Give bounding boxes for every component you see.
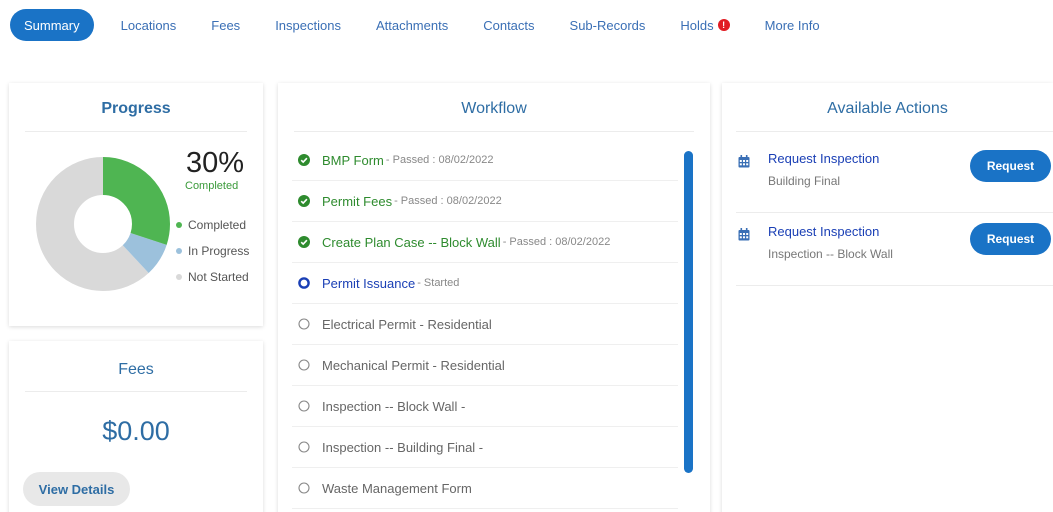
legend-dot-icon [176, 222, 182, 228]
tab-holds[interactable]: Holds! [666, 9, 743, 41]
calendar-icon [738, 155, 750, 168]
workflow-panel: Workflow BMP Form - Passed : 08/02/2022 … [278, 83, 710, 512]
tab-label: Summary [24, 17, 80, 33]
workflow-item-name: Create Plan Case -- Block Wall [322, 234, 501, 250]
divider [25, 131, 247, 132]
workflow-item-status: - Passed : 08/02/2022 [502, 236, 611, 248]
workflow-item-name: Mechanical Permit - Residential [322, 357, 505, 373]
tab-contacts[interactable]: Contacts [469, 9, 548, 41]
tab-label: Holds [680, 17, 714, 33]
workflow-item-name: Inspection -- Building Final - [322, 439, 484, 455]
workflow-item-name: Permit Issuance [322, 275, 416, 291]
workflow-item-name: BMP Form [322, 152, 384, 168]
available-actions-title: Available Actions [827, 100, 948, 117]
progress-panel: Progress 30% Completed Completed In Prog… [9, 83, 263, 326]
available-actions-panel: Available Actions Request Inspection Bui… [722, 83, 1053, 512]
tab-label: More Info [764, 17, 820, 33]
radio-empty-icon [298, 318, 310, 330]
divider [736, 131, 1053, 132]
workflow-item: Create Plan Case -- Block Wall - Passed … [292, 222, 678, 263]
calendar-icon [738, 228, 750, 241]
fee-amount: $0.00 [102, 416, 170, 446]
tab-label: Sub-Records [569, 17, 646, 33]
workflow-item-name: Inspection -- Block Wall - [322, 398, 466, 414]
action-title-link[interactable]: Request Inspection [768, 151, 879, 166]
radio-current-icon [298, 277, 310, 289]
tab-label: Locations [120, 17, 177, 33]
radio-empty-icon [298, 400, 310, 412]
workflow-item: Inspection -- Block Wall - [292, 386, 678, 427]
progress-title: Progress [101, 100, 171, 117]
tab-label: Fees [211, 17, 241, 33]
tab-sub-records[interactable]: Sub-Records [556, 9, 660, 41]
action-item: Request Inspection Building Final Reques… [736, 141, 1053, 213]
workflow-item-name: Waste Management Form [322, 480, 472, 496]
workflow-item-status: - Passed : 08/02/2022 [394, 195, 502, 207]
legend-item-completed: Completed [176, 212, 249, 238]
request-button[interactable]: Request [970, 223, 1051, 255]
record-tabs: Summary Locations Fees Inspections Attac… [10, 8, 1053, 42]
radio-empty-icon [298, 359, 310, 371]
action-subtitle: Building Final [768, 174, 841, 188]
tab-inspections[interactable]: Inspections [261, 9, 355, 41]
radio-empty-icon [298, 441, 310, 453]
action-item: Request Inspection Inspection -- Block W… [736, 214, 1053, 286]
workflow-item: Mechanical Permit - Residential [292, 345, 678, 386]
workflow-item-status: - Started [417, 277, 460, 289]
fees-panel: Fees $0.00 View Details [9, 341, 263, 512]
check-circle-icon [298, 236, 310, 248]
tab-more-info[interactable]: More Info [751, 9, 834, 41]
request-button[interactable]: Request [970, 150, 1051, 182]
tab-label: Attachments [375, 17, 449, 33]
legend-label: Completed [188, 218, 247, 232]
alert-badge-icon: ! [717, 19, 730, 31]
legend-dot-icon [176, 248, 182, 254]
check-circle-icon [298, 154, 310, 166]
fees-title: Fees [118, 361, 154, 378]
workflow-item-name: Permit Fees [322, 193, 393, 209]
action-subtitle: Inspection -- Block Wall [768, 247, 893, 261]
workflow-item: Electrical Permit - Residential [292, 304, 678, 345]
legend-item-in-progress: In Progress [176, 238, 249, 264]
workflow-item: Permit Fees - Passed : 08/02/2022 [292, 181, 678, 222]
view-details-button[interactable]: View Details [23, 472, 130, 506]
workflow-item-status: - Passed : 08/02/2022 [385, 154, 494, 166]
tab-summary[interactable]: Summary [10, 9, 94, 41]
progress-percent: 30% [186, 147, 245, 179]
progress-percent-label: Completed [185, 180, 239, 192]
check-circle-icon [298, 195, 310, 207]
divider [25, 391, 247, 392]
legend-label: Not Started [188, 270, 249, 284]
tab-label: Inspections [275, 17, 341, 33]
workflow-item: Inspection -- Building Final - [292, 427, 678, 468]
workflow-scrollbar[interactable] [684, 151, 693, 473]
workflow-item: Permit Issuance - Started [292, 263, 678, 304]
action-title-link[interactable]: Request Inspection [768, 224, 879, 239]
legend-item-not-started: Not Started [176, 264, 249, 290]
radio-empty-icon [298, 482, 310, 494]
tab-locations[interactable]: Locations [107, 9, 191, 41]
workflow-item: BMP Form - Passed : 08/02/2022 [292, 140, 678, 181]
workflow-title: Workflow [461, 100, 527, 117]
progress-legend: Completed In Progress Not Started [176, 212, 249, 290]
workflow-item: Waste Management Form [292, 468, 678, 509]
tab-fees[interactable]: Fees [197, 9, 254, 41]
tab-label: Contacts [483, 17, 535, 33]
progress-donut-chart [36, 157, 170, 291]
legend-dot-icon [176, 274, 182, 280]
workflow-list: BMP Form - Passed : 08/02/2022 Permit Fe… [292, 140, 678, 509]
legend-label: In Progress [188, 244, 250, 258]
tab-attachments[interactable]: Attachments [362, 9, 462, 41]
workflow-item-name: Electrical Permit - Residential [322, 316, 492, 332]
divider [294, 131, 694, 132]
